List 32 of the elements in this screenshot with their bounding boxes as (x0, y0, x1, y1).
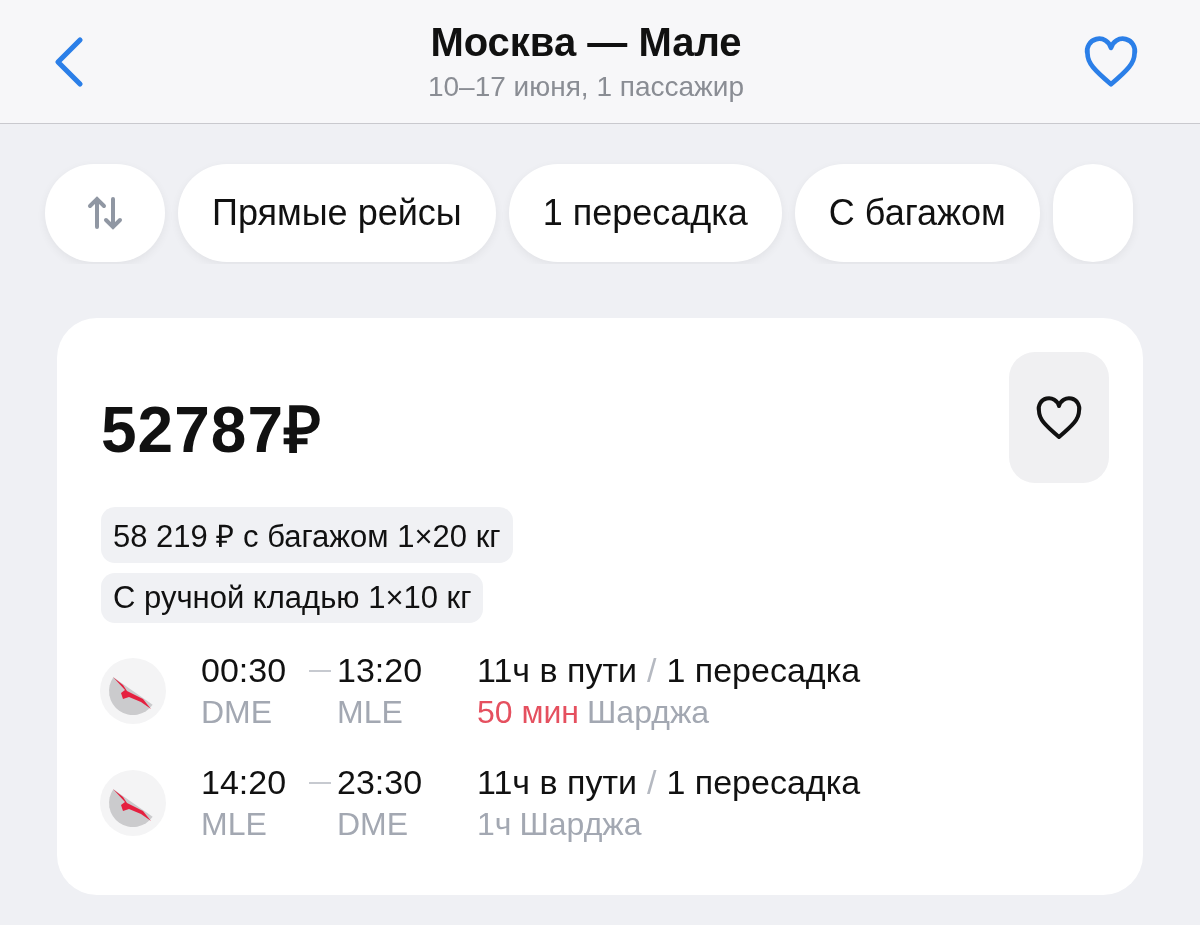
offer-card[interactable]: 52787₽ 58 219 ₽ с багажом 1×20 кг С ручной кладью 1×10 кг 00:30 13:20 DME MLE 11ч в пути / 1 пересадка 50 мин Шарджа 14:20 23:30 MLE DME 11ч в пути / 1 пересадка 1ч Шарджа (57, 318, 1143, 895)
airline-logo-icon (99, 769, 167, 837)
heart-icon[interactable] (1082, 34, 1140, 89)
airport-code: MLE (201, 806, 268, 843)
trip-details: 10–17 июня, 1 пассажир (427, 71, 745, 103)
airport-code: DME (337, 806, 410, 843)
filter-chip[interactable]: С багажом (794, 164, 1040, 262)
separator: / (646, 651, 657, 690)
flight-duration: 11ч в пути (477, 763, 637, 802)
departure-time: 00:30 (201, 651, 288, 690)
favorite-button[interactable] (1009, 352, 1109, 483)
stops-count: 1 пересадка (666, 763, 861, 802)
airport-code: MLE (337, 694, 404, 731)
filter-chip[interactable]: 1 пересадка (508, 164, 782, 262)
price: 52787₽ (101, 393, 322, 468)
layover-city: Шарджа (587, 694, 710, 731)
airline-logo-icon (99, 657, 167, 725)
filter-chip[interactable]: Прямые рейсы (178, 164, 496, 262)
layover-city: Шарджа (519, 806, 642, 843)
route-title: Москва — Мале (430, 20, 742, 65)
baggage-tag: С ручной кладью 1×10 кг (101, 573, 484, 623)
baggage-tag: 58 219 ₽ с багажом 1×20 кг (101, 507, 513, 563)
departure-time: 14:20 (201, 763, 288, 802)
separator: / (646, 763, 657, 802)
airport-code: DME (201, 694, 274, 731)
arrival-time: 13:20 (337, 651, 424, 690)
layover-duration: 50 мин (477, 694, 580, 731)
flight-duration: 11ч в пути (477, 651, 637, 690)
arrival-time: 23:30 (337, 763, 424, 802)
heart-icon (1035, 394, 1083, 441)
layover-duration: 1ч (477, 806, 512, 843)
stops-count: 1 пересадка (666, 651, 861, 690)
